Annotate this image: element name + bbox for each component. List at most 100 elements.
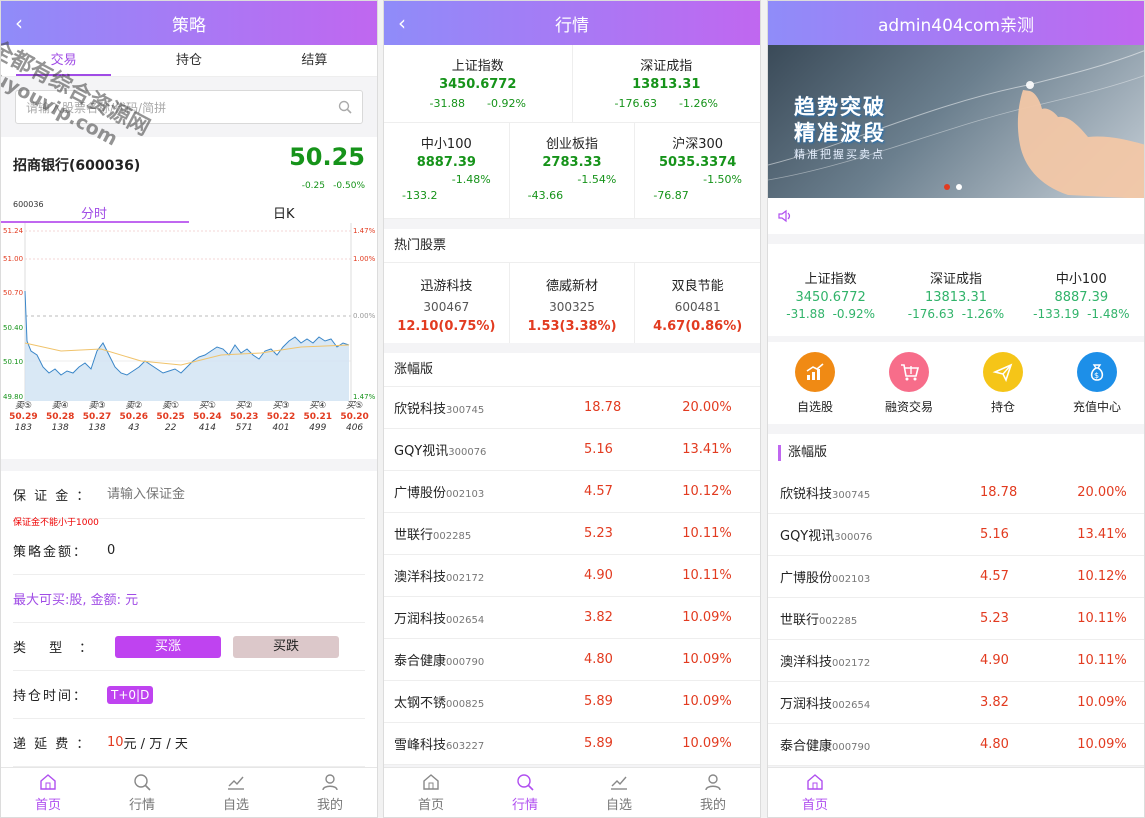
- tab-position[interactable]: 持仓: [126, 45, 251, 76]
- back-arrow-icon[interactable]: ‹: [15, 11, 23, 35]
- shortcut-label: 持仓: [990, 400, 1015, 414]
- tab-mine[interactable]: [1050, 768, 1144, 817]
- order-form: 保 证 金 ： 保证金不能小于1000 策略金额： 0 最大可买:股, 金额: …: [1, 471, 377, 767]
- recharge-shortcut[interactable]: $ 充值中心: [1050, 342, 1144, 424]
- position-shortcut[interactable]: 持仓: [956, 342, 1050, 424]
- tab-daily-k[interactable]: 日K: [273, 203, 295, 222]
- tab-mine[interactable]: 我的: [666, 768, 760, 817]
- chart-icon: [228, 776, 244, 790]
- order-level: 买① 50.24 414: [189, 401, 226, 459]
- carousel-dot[interactable]: [956, 184, 962, 190]
- stock-price: 5.89: [584, 736, 613, 751]
- index-name: 中小100: [420, 137, 472, 152]
- stock-pct: 10.12%: [682, 484, 732, 499]
- index-chg: -176.63: [907, 307, 955, 321]
- hot-stock-card[interactable]: 迅游科技 300467 12.10(0.75%): [384, 263, 510, 343]
- stock-row[interactable]: 广博股份002103 4.57 10.12%: [384, 471, 760, 513]
- stock-code: 300745: [446, 405, 485, 416]
- carousel-dots[interactable]: [944, 184, 962, 190]
- index-card[interactable]: 沪深300 5035.3374 -1.50% -76.87: [635, 123, 760, 219]
- order-level: 买③ 50.22 401: [263, 401, 300, 459]
- tab-home[interactable]: 首页: [384, 768, 478, 817]
- notice-bar[interactable]: [768, 198, 1144, 234]
- order-level: 卖① 50.25 22: [152, 401, 189, 459]
- stock-row[interactable]: 太钢不锈000825 5.89 10.09%: [384, 681, 760, 723]
- stock-row[interactable]: 世联行002285 5.23 10.11%: [768, 598, 1144, 640]
- order-label: 买①: [198, 401, 216, 411]
- tab-watchlist[interactable]: 自选: [189, 768, 283, 817]
- index-card[interactable]: 上证指数 3450.6772 -31.88 -0.92%: [384, 45, 573, 123]
- hot-stocks-title: 热门股票: [384, 229, 760, 263]
- home-screen: admin404com亲测 趋势突破 精准波段 精准把握买卖点 上证指数 3450…: [767, 0, 1145, 818]
- hold-time-row: 持仓时间： T+0|D: [13, 671, 365, 719]
- index-card[interactable]: 中小100 8887.39 -133.19 -1.48%: [1019, 268, 1144, 336]
- stock-row[interactable]: 泰合健康000790 4.80 10.09%: [384, 639, 760, 681]
- stock-pct: 10.09%: [1077, 737, 1127, 752]
- hot-stock-card[interactable]: 双良节能 600481 4.67(0.86%): [635, 263, 760, 343]
- stock-row[interactable]: 万润科技002654 3.82 10.09%: [768, 682, 1144, 724]
- type-row: 类 型 ： 买涨 买跌: [13, 623, 365, 671]
- stock-row[interactable]: 欣锐科技300745 18.78 20.00%: [384, 387, 760, 429]
- stock-row[interactable]: 澳洋科技002172 4.90 10.11%: [768, 640, 1144, 682]
- tab-market[interactable]: 行情: [478, 768, 572, 817]
- stock-price: 4.80: [584, 652, 613, 667]
- carousel-dot[interactable]: [944, 184, 950, 190]
- stock-name: 世联行: [780, 613, 820, 628]
- tab-market[interactable]: 行情: [95, 768, 189, 817]
- stock-name: 欣锐科技: [394, 402, 447, 417]
- amount-label: 策略金额：: [13, 545, 89, 560]
- buy-down-button[interactable]: 买跌: [233, 635, 339, 658]
- stock-row[interactable]: 欣锐科技300745 18.78 20.00%: [768, 472, 1144, 514]
- tab-intraday[interactable]: 分时: [81, 203, 107, 222]
- index-value: 3450.6772: [795, 290, 866, 305]
- index-change: -31.88 -0.92%: [768, 307, 893, 321]
- stock-name-cell: 泰合健康000790: [780, 735, 980, 754]
- back-arrow-icon[interactable]: ‹: [398, 11, 406, 35]
- stock-pct: 20.00%: [1077, 485, 1127, 500]
- index-card[interactable]: 深证成指 13813.31 -176.63 -1.26%: [572, 45, 760, 123]
- tab-market[interactable]: [862, 768, 956, 817]
- index-card[interactable]: 深证成指 13813.31 -176.63 -1.26%: [893, 268, 1018, 336]
- stock-row[interactable]: 雪峰科技603227 5.89 10.09%: [384, 723, 760, 765]
- buy-up-button[interactable]: 买涨: [115, 635, 221, 658]
- stock-pct: 10.11%: [1077, 611, 1127, 626]
- index-card[interactable]: 上证指数 3450.6772 -31.88 -0.92%: [768, 268, 893, 336]
- financing-shortcut[interactable]: 融资交易: [862, 342, 956, 424]
- stock-price: 5.16: [584, 442, 613, 457]
- stock-row[interactable]: 世联行002285 5.23 10.11%: [384, 513, 760, 555]
- stock-code: 600036: [13, 200, 44, 209]
- stock-row[interactable]: 广博股份002103 4.57 10.12%: [768, 556, 1144, 598]
- tab-watchlist[interactable]: [956, 768, 1050, 817]
- promo-banner[interactable]: 趋势突破 精准波段 精准把握买卖点: [768, 45, 1144, 198]
- stock-row[interactable]: GQY视讯300076 5.16 13.41%: [768, 514, 1144, 556]
- tab-settlement[interactable]: 结算: [252, 45, 377, 76]
- stock-code: 002103: [446, 489, 485, 500]
- stock-name: 万润科技: [780, 697, 833, 712]
- order-label: 卖④: [51, 401, 69, 411]
- stock-name: 泰合健康: [780, 739, 833, 754]
- stock-code: 002654: [446, 615, 485, 626]
- shortcut-label: 自选股: [796, 400, 833, 414]
- tab-mine[interactable]: 我的: [283, 768, 377, 817]
- stock-row[interactable]: 泰合健康000790 4.80 10.09%: [768, 724, 1144, 766]
- cart-icon: [889, 352, 929, 392]
- hot-stock-card[interactable]: 德威新材 300325 1.53(3.38%): [510, 263, 636, 343]
- tab-home[interactable]: 首页: [1, 768, 95, 817]
- tab-watchlist[interactable]: 自选: [572, 768, 666, 817]
- hold-time-tag[interactable]: T+0|D: [107, 685, 154, 704]
- index-value: 8887.39: [1054, 290, 1109, 305]
- finger-hand: [1017, 90, 1144, 198]
- margin-input[interactable]: [107, 487, 277, 502]
- stock-price: 1.53(3.38%): [527, 319, 617, 334]
- margin-row: 保 证 金 ：: [13, 471, 365, 519]
- stock-row[interactable]: 澳洋科技002172 4.90 10.11%: [384, 555, 760, 597]
- stock-row[interactable]: GQY视讯300076 5.16 13.41%: [384, 429, 760, 471]
- tab-home[interactable]: 首页: [768, 768, 862, 817]
- index-value: 5035.3374: [659, 155, 737, 170]
- order-volume: 571: [235, 423, 253, 433]
- stock-row[interactable]: 万润科技002654 3.82 10.09%: [384, 597, 760, 639]
- index-card[interactable]: 中小100 8887.39 -1.48% -133.2: [384, 123, 510, 219]
- index-card[interactable]: 创业板指 2783.33 -1.54% -43.66: [509, 123, 636, 219]
- stock-name-cell: GQY视讯300076: [394, 440, 584, 459]
- watchlist-shortcut[interactable]: 自选股: [768, 342, 862, 424]
